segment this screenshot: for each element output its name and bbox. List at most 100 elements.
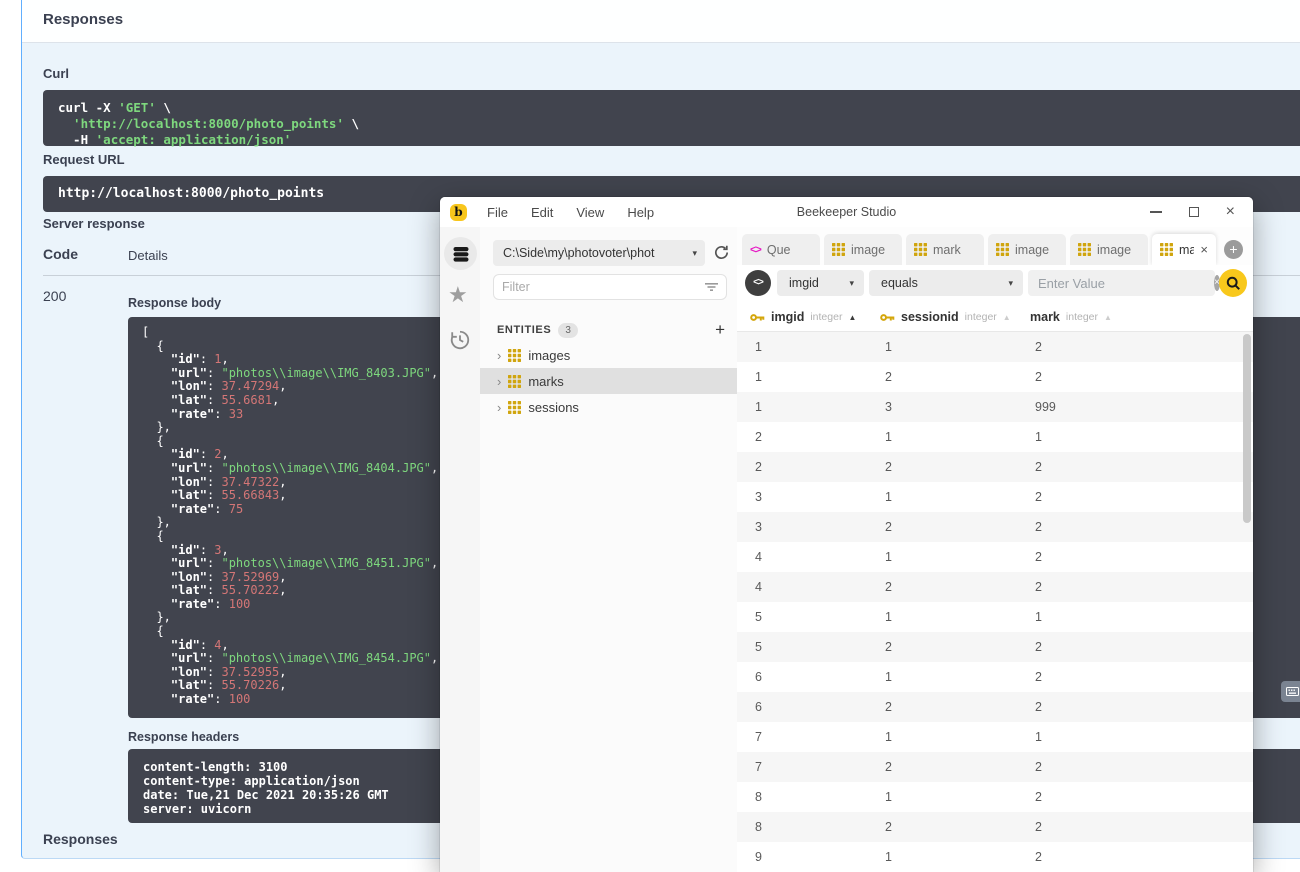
table-cell[interactable]: 1 xyxy=(885,332,892,362)
table-cell[interactable]: 2 xyxy=(885,572,892,602)
code-toggle-button[interactable]: <> xyxy=(745,270,771,296)
tab-image[interactable]: image xyxy=(824,234,902,265)
table-cell[interactable]: 1 xyxy=(885,602,892,632)
add-entity-icon[interactable]: + xyxy=(715,323,725,337)
menu-help[interactable]: Help xyxy=(627,205,654,220)
table-cell[interactable]: 2 xyxy=(1035,362,1042,392)
table-cell[interactable]: 2 xyxy=(1035,842,1042,872)
table-cell[interactable]: 2 xyxy=(1035,542,1042,572)
tab-mark[interactable]: mark xyxy=(906,234,984,265)
filter-field-dropdown[interactable]: imgid ▾ xyxy=(777,270,864,296)
table-row[interactable]: 7 2 2 xyxy=(737,752,1253,782)
filter-operator-dropdown[interactable]: equals ▾ xyxy=(869,270,1023,296)
minimize-icon[interactable] xyxy=(1150,211,1162,213)
table-row[interactable]: 322 xyxy=(737,512,1253,542)
menu-file[interactable]: File xyxy=(487,205,508,220)
table-row[interactable]: 412 xyxy=(737,542,1253,572)
table-row[interactable]: 7 1 1 xyxy=(737,722,1253,752)
table-cell[interactable]: 1 xyxy=(885,842,892,872)
table-cell[interactable]: 2 xyxy=(1035,482,1042,512)
table-cell[interactable]: 2 xyxy=(885,812,892,842)
table-cell[interactable]: 2 xyxy=(885,692,892,722)
table-row[interactable]: 211 xyxy=(737,422,1253,452)
table-cell[interactable]: 2 xyxy=(755,422,762,452)
table-cell[interactable]: 4 xyxy=(755,542,762,572)
database-icon[interactable] xyxy=(444,237,477,270)
chevron-right-icon[interactable]: › xyxy=(497,374,501,389)
table-cell[interactable]: 5 xyxy=(755,632,762,662)
refresh-icon[interactable] xyxy=(713,244,730,266)
table-cell[interactable]: 3 xyxy=(885,392,892,422)
maximize-icon[interactable] xyxy=(1189,207,1199,217)
table-cell[interactable]: 7 xyxy=(755,722,762,752)
table-cell[interactable]: 6 xyxy=(755,692,762,722)
column-header-mark[interactable]: markinteger▲ xyxy=(1030,302,1112,332)
tab-close-icon[interactable]: × xyxy=(1200,242,1208,257)
table-cell[interactable]: 2 xyxy=(1035,572,1042,602)
table-cell[interactable]: 1 xyxy=(1035,602,1042,632)
table-cell[interactable]: 2 xyxy=(1035,632,1042,662)
table-cell[interactable]: 2 xyxy=(1035,782,1042,812)
table-cell[interactable]: 8 xyxy=(755,782,762,812)
table-cell[interactable]: 5 xyxy=(755,602,762,632)
menu-view[interactable]: View xyxy=(576,205,604,220)
sort-arrow-icon[interactable]: ▲ xyxy=(1104,313,1112,322)
chevron-right-icon[interactable]: › xyxy=(497,348,501,363)
tab-mark-active[interactable]: mark× xyxy=(1152,234,1216,265)
table-cell[interactable]: 1 xyxy=(885,482,892,512)
table-row[interactable]: 2 2 2 xyxy=(737,452,1253,482)
table-cell[interactable]: 2 xyxy=(885,752,892,782)
table-cell[interactable]: 3 xyxy=(755,482,762,512)
column-header-imgid[interactable]: imgidinteger▲ xyxy=(750,302,856,332)
keyboard-overlay-icon[interactable] xyxy=(1281,681,1300,702)
table-cell[interactable]: 4 xyxy=(755,572,762,602)
close-icon[interactable]: × xyxy=(1226,207,1235,217)
chevron-right-icon[interactable]: › xyxy=(497,400,501,415)
table-cell[interactable]: 2 xyxy=(885,452,892,482)
sidebar-item-images[interactable]: ›images xyxy=(480,342,737,368)
table-cell[interactable]: 3 xyxy=(755,512,762,542)
table-cell[interactable]: 2 xyxy=(1035,662,1042,692)
table-cell[interactable]: 2 xyxy=(885,362,892,392)
table-cell[interactable]: 2 xyxy=(1035,752,1042,782)
table-cell[interactable]: 7 xyxy=(755,752,762,782)
table-cell[interactable]: 1 xyxy=(885,782,892,812)
table-row[interactable]: 112 xyxy=(737,332,1253,362)
table-cell[interactable]: 2 xyxy=(1035,692,1042,722)
table-row[interactable]: 122 xyxy=(737,362,1253,392)
table-cell[interactable]: 1 xyxy=(755,392,762,422)
tab-image[interactable]: image xyxy=(988,234,1066,265)
table-row[interactable]: 5 1 1 xyxy=(737,602,1253,632)
table-row[interactable]: 5 2 2 xyxy=(737,632,1253,662)
table-row[interactable]: 6 2 2 xyxy=(737,692,1253,722)
sidebar-item-sessions[interactable]: ›sessions xyxy=(480,394,737,420)
table-cell[interactable]: 1 xyxy=(885,662,892,692)
sort-arrow-icon[interactable]: ▲ xyxy=(848,313,856,322)
table-cell[interactable]: 6 xyxy=(755,662,762,692)
table-cell[interactable]: 999 xyxy=(1035,392,1056,422)
table-cell[interactable]: 2 xyxy=(1035,512,1042,542)
table-cell[interactable]: 1 xyxy=(885,422,892,452)
connection-dropdown[interactable]: C:\Side\my\photovoter\phot ▾ xyxy=(493,240,705,266)
search-button[interactable] xyxy=(1219,269,1247,297)
history-icon[interactable] xyxy=(449,329,471,356)
table-cell[interactable]: 1 xyxy=(885,722,892,752)
table-row[interactable]: 6 1 2 xyxy=(737,662,1253,692)
filter-value-input[interactable] xyxy=(1038,276,1214,291)
column-header-sessionid[interactable]: sessionidinteger▲ xyxy=(880,302,1011,332)
table-cell[interactable]: 1 xyxy=(1035,722,1042,752)
table-cell[interactable]: 9 xyxy=(755,842,762,872)
sidebar-item-marks[interactable]: ›marks xyxy=(480,368,737,394)
table-cell[interactable]: 2 xyxy=(1035,332,1042,362)
table-cell[interactable]: 8 xyxy=(755,812,762,842)
table-cell[interactable]: 2 xyxy=(1035,812,1042,842)
table-row[interactable]: 8 2 2 xyxy=(737,812,1253,842)
new-tab-icon[interactable]: + xyxy=(1224,240,1243,259)
table-cell[interactable]: 2 xyxy=(1035,452,1042,482)
table-row[interactable]: 4 2 2 xyxy=(737,572,1253,602)
favorites-star-icon[interactable]: ★ xyxy=(448,282,468,308)
table-cell[interactable]: 2 xyxy=(885,632,892,662)
vertical-scrollbar[interactable] xyxy=(1243,334,1251,523)
table-row[interactable]: 8 1 2 xyxy=(737,782,1253,812)
table-cell[interactable]: 2 xyxy=(755,452,762,482)
